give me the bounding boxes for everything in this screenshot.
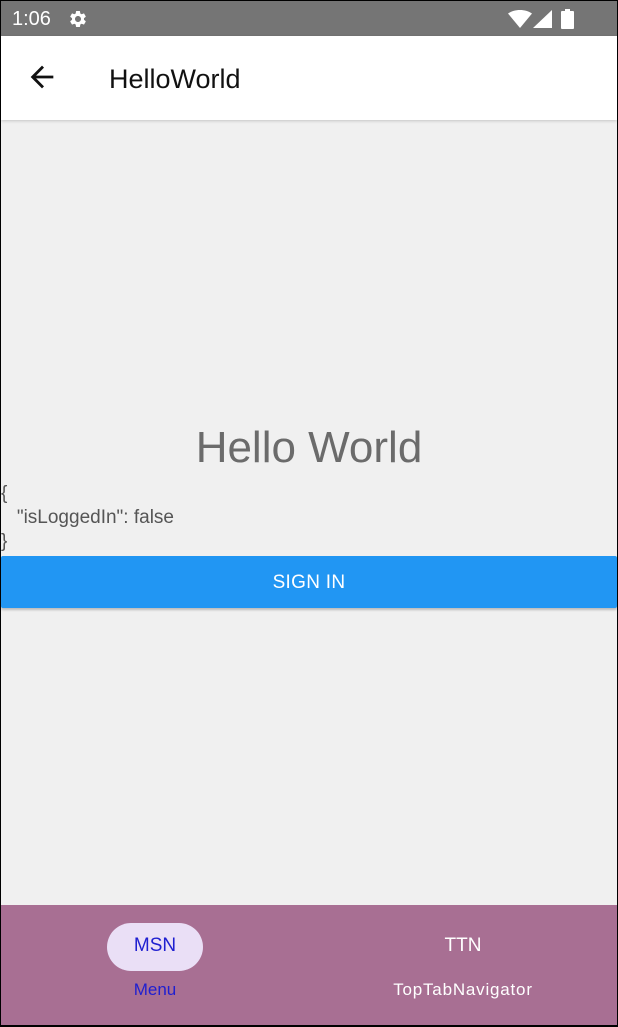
status-time: 1:06 (12, 8, 51, 30)
sign-in-button[interactable]: SIGN IN (1, 556, 617, 608)
json-line-isloggedin: "isLoggedIn": false (1, 507, 174, 528)
hello-heading: Hello World (195, 423, 423, 472)
menu-tab-label: Menu (133, 980, 177, 999)
status-bar: 1:06 (1, 1, 617, 36)
json-close-brace: } (1, 531, 8, 552)
json-open-brace: { (1, 483, 8, 504)
arrow-left-icon[interactable] (25, 60, 59, 94)
app-screen: 1:06 HelloWorld Hello World { "isLoggedI… (1, 1, 617, 1025)
signal-icon (533, 10, 552, 28)
toptabnavigator-tab-label: TopTabNavigator (393, 980, 533, 999)
gear-icon (70, 11, 86, 27)
menu-tab-icon: MSN (133, 935, 177, 956)
battery-icon (561, 9, 574, 29)
toptabnavigator-tab-icon: TTN (444, 935, 482, 956)
app-bar: HelloWorld (1, 36, 617, 120)
bottom-nav-item-toptabnavigator[interactable]: TTN TopTabNavigator (309, 905, 617, 1023)
page-title: HelloWorld (109, 64, 241, 94)
state-json: { "isLoggedIn": false } (1, 482, 174, 554)
bottom-navigation: MSN Menu TTN TopTabNavigator (1, 905, 617, 1025)
bottom-nav-item-menu[interactable]: MSN Menu (1, 905, 309, 1023)
wifi-icon (508, 10, 532, 28)
